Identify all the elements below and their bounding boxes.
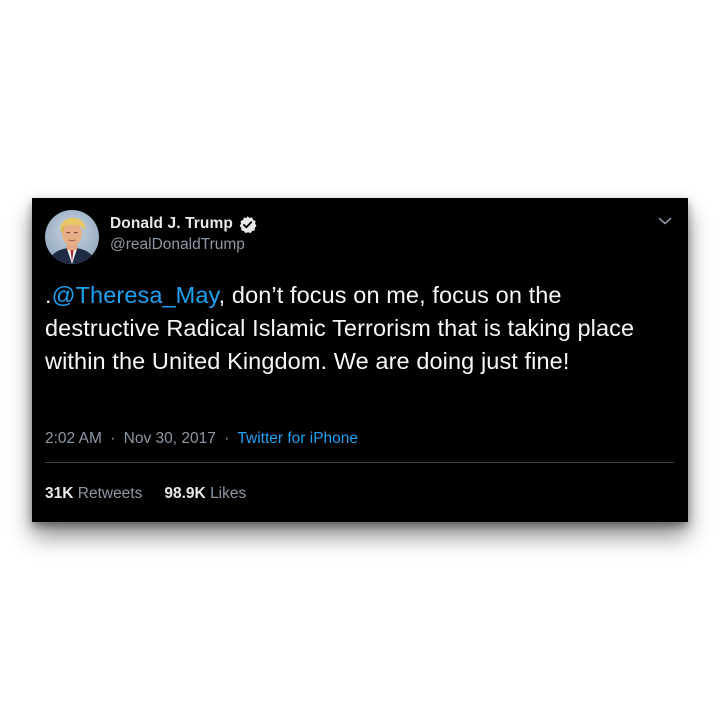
avatar[interactable] (45, 210, 99, 264)
tweet-card: Donald J. Trump @realDonaldTrump .@There… (32, 198, 688, 522)
page: Donald J. Trump @realDonaldTrump .@There… (0, 0, 720, 720)
tweet-date[interactable]: Nov 30, 2017 (124, 430, 216, 447)
likes-count: 98.9K (164, 485, 206, 502)
author-handle[interactable]: @realDonaldTrump (110, 236, 245, 254)
chevron-down-icon[interactable] (656, 212, 674, 230)
tweet-text: .@Theresa_May, don’t focus on me, focus … (45, 279, 670, 378)
meta-separator: · (224, 430, 230, 447)
tweet-timestamp[interactable]: 2:02 AM (45, 430, 102, 447)
profile-photo-icon (45, 210, 99, 264)
author-display-name[interactable]: Donald J. Trump (110, 215, 233, 233)
mention-link[interactable]: @Theresa_May (52, 282, 219, 308)
retweets-label: Retweets (77, 485, 143, 502)
author-name-row[interactable]: Donald J. Trump (110, 213, 257, 235)
meta-separator: · (110, 430, 116, 447)
likes-label: Likes (210, 485, 247, 502)
likes-stat[interactable]: 98.9K Likes (164, 485, 246, 503)
tweet-meta: 2:02 AM · Nov 30, 2017 · Twitter for iPh… (45, 430, 358, 448)
tweet-stats: 31K Retweets 98.9K Likes (45, 485, 246, 503)
retweets-stat[interactable]: 31K Retweets (45, 485, 142, 503)
retweets-count: 31K (45, 485, 74, 502)
verified-badge-icon (238, 215, 257, 234)
divider (45, 462, 674, 463)
tweet-text-prefix: . (45, 282, 52, 308)
tweet-source-link[interactable]: Twitter for iPhone (237, 430, 358, 447)
